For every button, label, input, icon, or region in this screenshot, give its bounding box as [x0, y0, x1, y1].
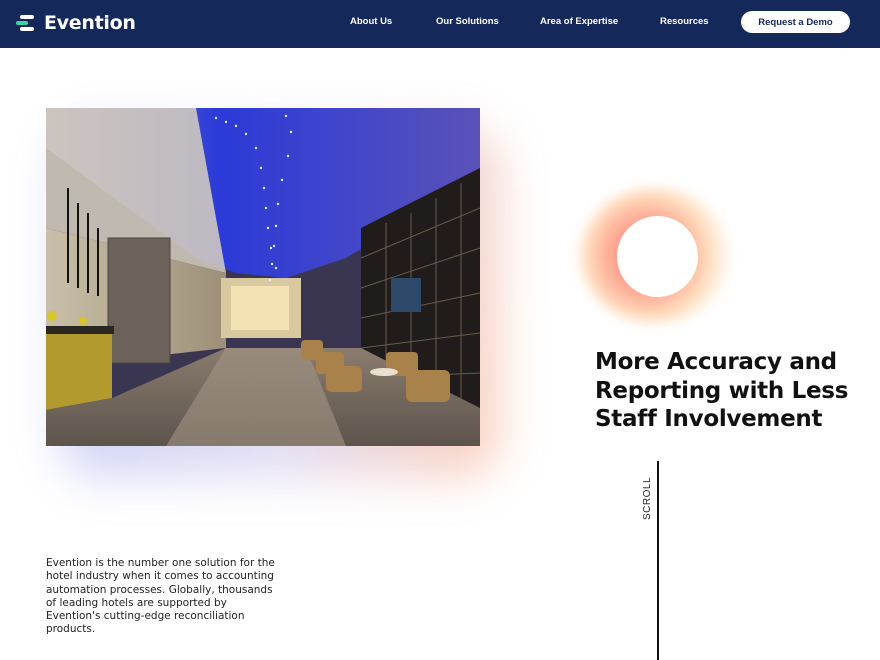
hero-image: [46, 108, 480, 446]
site-header: Evention About Us Our Solutions Area of …: [0, 0, 880, 48]
logo-icon: [16, 14, 38, 32]
scroll-indicator-label[interactable]: SCROLL: [642, 477, 654, 520]
hero-headline: More Accuracy and Reporting with Less St…: [595, 349, 849, 432]
request-demo-button[interactable]: Request a Demo: [741, 11, 850, 33]
decorative-circle: [617, 216, 698, 297]
nav-our-solutions[interactable]: Our Solutions: [436, 16, 499, 27]
brand-name: Evention: [44, 12, 136, 34]
intro-paragraph: Evention is the number one solution for …: [46, 557, 275, 636]
nav-resources[interactable]: Resources: [660, 16, 709, 27]
brand-logo[interactable]: Evention: [16, 10, 136, 36]
nav-area-of-expertise[interactable]: Area of Expertise: [540, 16, 618, 27]
scroll-indicator-line: [657, 461, 659, 660]
nav-about-us[interactable]: About Us: [350, 16, 392, 27]
